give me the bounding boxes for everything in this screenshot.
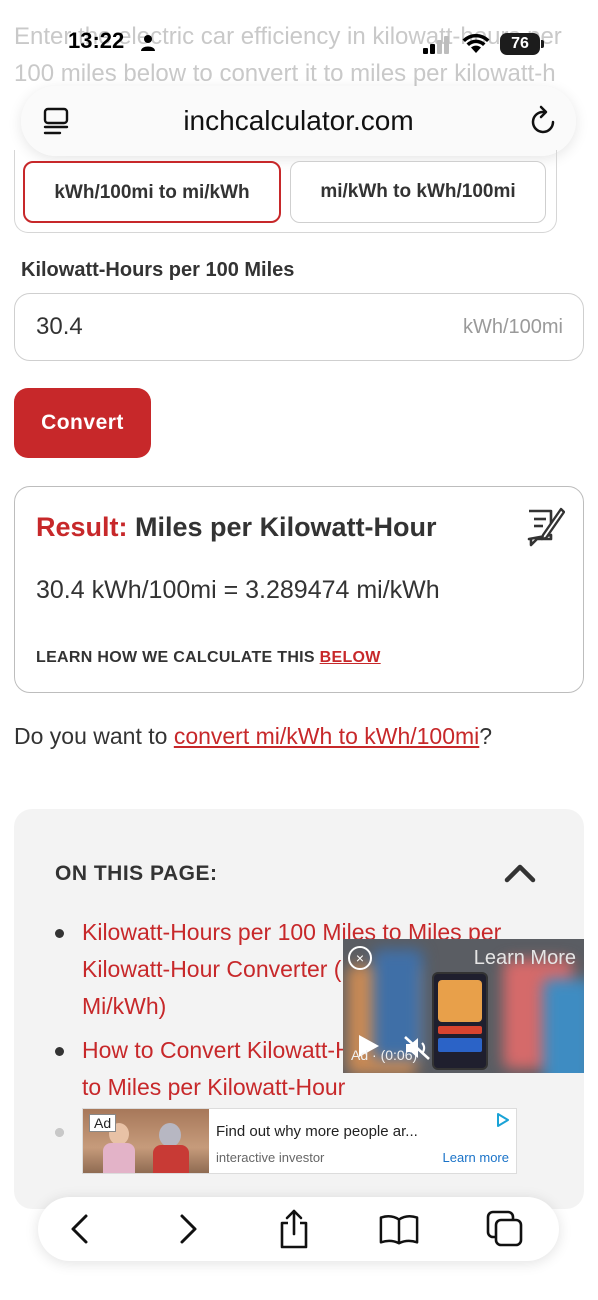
result-heading: Miles per Kilowatt-Hour [127, 512, 437, 542]
chevron-up-icon[interactable] [504, 863, 536, 883]
reverse-conversion-link[interactable]: convert mi/kWh to kWh/100mi [174, 723, 479, 749]
video-learn-more[interactable]: Learn More [474, 947, 576, 970]
bullet-icon [55, 1128, 64, 1137]
battery-indicator: 76 [500, 33, 540, 55]
thumbnail-bar [438, 1026, 482, 1034]
input-value[interactable]: 30.4 [36, 313, 83, 341]
result-label: Result: [36, 512, 128, 542]
reload-icon[interactable] [529, 104, 559, 136]
tabs-icon [486, 1210, 523, 1247]
ad-headline[interactable]: Find out why more people ar... [216, 1123, 418, 1140]
back-button[interactable] [60, 1209, 100, 1249]
tab-mikwh-to-kwh100mi[interactable]: mi/kWh to kWh/100mi [290, 161, 546, 223]
bullet-icon [55, 1047, 64, 1056]
learn-text: LEARN HOW WE CALCULATE THIS [36, 649, 320, 666]
status-bar: 13:22 76 [0, 28, 598, 62]
cellular-signal-icon [423, 36, 449, 54]
video-ad-blur [543, 979, 584, 1073]
question-prefix: Do you want to [14, 723, 174, 749]
ad-learn-more-link[interactable]: Learn more [443, 1150, 509, 1165]
banner-ad[interactable]: Ad Find out why more people ar... intera… [82, 1108, 517, 1174]
ad-badge: Ad [89, 1114, 117, 1132]
input-label: Kilowatt-Hours per 100 Miles [21, 259, 295, 281]
edit-notes-icon[interactable] [521, 503, 565, 547]
question-suffix: ? [479, 723, 493, 749]
convert-button[interactable]: Convert [14, 388, 151, 458]
learn-calculation-line: LEARN HOW WE CALCULATE THIS BELOW [36, 649, 381, 667]
battery-nub [541, 40, 544, 48]
wifi-icon [462, 33, 490, 53]
tabs-button[interactable] [485, 1209, 525, 1249]
result-title: Result: Miles per Kilowatt-Hour [36, 512, 437, 543]
ad-photo-person [159, 1123, 181, 1147]
ad-photo-person [103, 1143, 135, 1173]
address-bar[interactable]: inchcalculator.com [21, 86, 576, 156]
ad-source: interactive investor [216, 1150, 325, 1165]
share-icon [280, 1209, 308, 1249]
back-icon [71, 1214, 88, 1244]
kwh-per-100mi-input[interactable]: 30.4 kWh/100mi [14, 293, 584, 361]
person-icon [141, 35, 155, 51]
result-equation: 30.4 kWh/100mi = 3.289474 mi/kWh [36, 576, 440, 604]
thumbnail-art [438, 980, 482, 1022]
input-unit: kWh/100mi [462, 316, 563, 338]
forward-button[interactable] [168, 1209, 208, 1249]
status-time: 13:22 [68, 28, 125, 53]
toc-title: ON THIS PAGE: [55, 862, 218, 885]
bullet-icon [55, 929, 64, 938]
result-card: Result: Miles per Kilowatt-Hour 30.4 kWh… [14, 486, 584, 693]
tab-kwh100mi-to-mikwh[interactable]: kWh/100mi to mi/kWh [23, 161, 281, 223]
learn-below-link[interactable]: BELOW [320, 649, 381, 666]
forward-icon [180, 1214, 197, 1244]
mute-icon[interactable] [403, 1035, 431, 1061]
url-domain[interactable]: inchcalculator.com [21, 105, 576, 137]
adchoices-icon[interactable] [495, 1112, 511, 1128]
bookmarks-button[interactable] [379, 1209, 419, 1249]
close-icon[interactable]: × [348, 946, 372, 970]
phone-thumbnail [432, 972, 488, 1070]
bookmarks-icon [379, 1215, 419, 1245]
ad-photo-person [153, 1145, 189, 1173]
thumbnail-button [438, 1038, 482, 1052]
browser-toolbar [38, 1197, 559, 1261]
reverse-conversion-question: Do you want to convert mi/kWh to kWh/100… [14, 723, 492, 750]
video-ad[interactable]: × Learn More Ad · (0:06) [343, 939, 584, 1073]
share-button[interactable] [274, 1209, 314, 1249]
